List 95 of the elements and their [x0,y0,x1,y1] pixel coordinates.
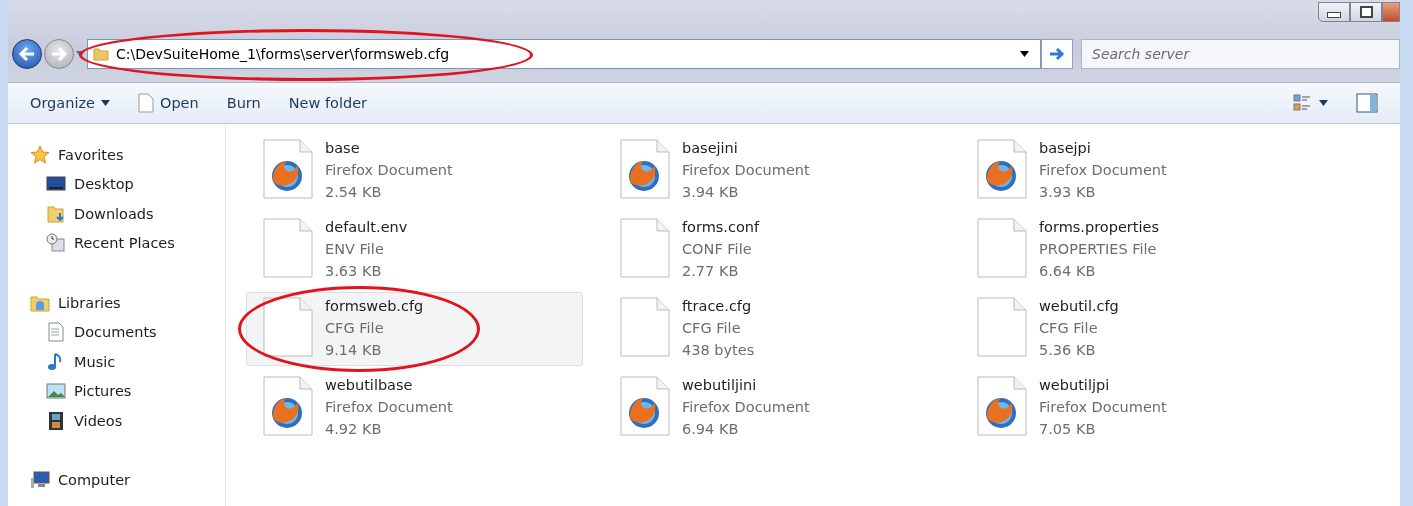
file-size: 3.63 KB [325,262,383,281]
organize-button[interactable]: Organize [20,91,120,115]
pane-icon [1356,93,1378,113]
file-name: basejpi [1039,139,1092,158]
blank-file-icon [620,297,670,357]
file-item[interactable]: webutilbase Firefox Document 4.92 KB [246,371,583,450]
restore-button[interactable] [1350,2,1382,22]
file-name: default.env [325,218,408,237]
firefox-document-icon [977,376,1027,436]
file-item[interactable]: forms.properties PROPERTIES File 6.64 KB [960,213,1297,292]
file-size: 4.92 KB [325,420,383,439]
document-icon [137,93,154,113]
file-item[interactable]: formsweb.cfg CFG File 9.14 KB [246,292,583,366]
file-type: Firefox Document [682,161,810,180]
file-name: forms.properties [1039,218,1159,237]
computer-icon [30,470,50,491]
file-size: 6.94 KB [682,420,740,439]
file-size: 9.14 KB [325,341,383,360]
file-type: ENV File [325,240,385,259]
file-type: Firefox Document [682,398,810,417]
file-size: 438 bytes [682,341,755,360]
file-size: 6.64 KB [1039,262,1097,281]
file-name: webutiljini [682,376,758,395]
file-item[interactable]: basejpi Firefox Document 3.93 KB [960,134,1297,213]
document-icon [46,322,66,343]
file-type: CONF File [682,240,753,259]
firefox-document-icon [263,376,313,436]
address-bar[interactable]: C:\DevSuiteHome_1\forms\server\formsweb.cfg [87,39,1041,69]
file-item[interactable]: ftrace.cfg CFG File 438 bytes [603,292,940,371]
file-type: Firefox Document [1039,398,1167,417]
toolbar-button[interactable]: Open [127,89,209,117]
sidebar-item[interactable]: Recent Places [30,228,225,258]
file-size: 2.54 KB [325,183,383,202]
file-type: CFG File [325,319,385,338]
caret-icon [1319,100,1328,106]
file-item[interactable]: webutiljpi Firefox Document 7.05 KB [960,371,1297,450]
file-item[interactable]: basejini Firefox Document 3.94 KB [603,134,940,213]
file-size: 3.94 KB [682,183,740,202]
star-icon [30,144,50,165]
file-name: base [325,139,361,158]
firefox-document-icon [620,376,670,436]
file-item[interactable]: webutil.cfg CFG File 5.36 KB [960,292,1297,371]
file-type: Firefox Document [325,398,453,417]
sidebar-item[interactable]: Libraries [30,288,225,318]
file-name: webutiljpi [1039,376,1111,395]
arrow-right-icon [1049,47,1065,61]
file-size: 5.36 KB [1039,341,1097,360]
view-list-icon [1293,93,1313,113]
clock-icon [46,233,66,254]
blank-file-icon [263,218,313,278]
picture-icon [46,381,66,402]
file-item[interactable]: forms.conf CONF File 2.77 KB [603,213,940,292]
file-size: 7.05 KB [1039,420,1097,439]
file-item[interactable]: base Firefox Document 2.54 KB [246,134,583,213]
firefox-document-icon [263,139,313,199]
toolbar-button[interactable]: Burn [216,91,271,115]
sidebar-item[interactable]: Computer [30,465,225,495]
blank-file-icon [977,218,1027,278]
sidebar-item[interactable]: Pictures [30,376,225,406]
folder-icon [46,203,66,224]
toolbar-button[interactable]: New folder [278,91,378,115]
file-name: webutilbase [325,376,414,395]
file-name: webutil.cfg [1039,297,1119,316]
file-item[interactable]: default.env ENV File 3.63 KB [246,213,583,292]
blank-file-icon [620,218,670,278]
file-name: formsweb.cfg [325,297,424,316]
file-size: 3.93 KB [1039,183,1097,202]
sidebar-item[interactable]: Favorites [30,140,225,170]
blank-file-icon [977,297,1027,357]
film-icon [46,410,66,431]
folder-icon [93,46,109,62]
file-size: 2.77 KB [682,262,740,281]
file-type: PROPERTIES File [1039,240,1158,259]
sidebar-item[interactable]: Downloads [30,199,225,229]
minimize-button[interactable] [1318,2,1350,22]
caret-icon [100,100,110,106]
sidebar-item[interactable]: Documents [30,317,225,347]
sidebar-item[interactable]: Music [30,347,225,377]
search-field[interactable]: Search server [1081,39,1400,69]
sidebar-item[interactable]: Videos [30,406,225,436]
back-button[interactable] [12,39,42,69]
firefox-document-icon [620,139,670,199]
blank-file-icon [263,297,313,357]
file-item[interactable]: webutiljini Firefox Document 6.94 KB [603,371,940,450]
file-type: Firefox Document [325,161,453,180]
go-button[interactable] [1041,39,1073,69]
caret-icon[interactable] [1020,51,1029,57]
file-name: basejini [682,139,739,158]
file-type: CFG File [682,319,742,338]
file-type: Firefox Document [1039,161,1167,180]
file-type: CFG File [1039,319,1099,338]
sidebar-item[interactable]: Desktop [30,169,225,199]
file-name: ftrace.cfg [682,297,753,316]
firefox-document-icon [977,139,1027,199]
file-name: forms.conf [682,218,760,237]
